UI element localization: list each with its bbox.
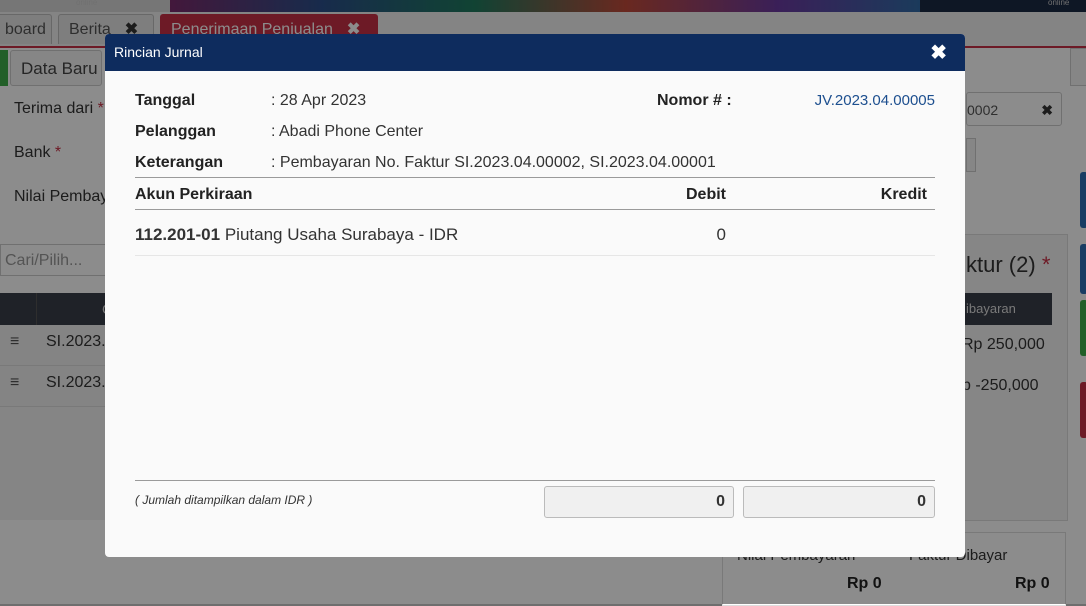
total-debit-field: 0 bbox=[544, 486, 734, 518]
column-header-akun: Akun Perkiraan bbox=[135, 186, 253, 203]
journal-detail-modal: Rincian Jurnal ✖ Tanggal : 28 Apr 2023 N… bbox=[105, 34, 965, 557]
row-divider bbox=[135, 255, 935, 256]
debit-cell: 0 bbox=[716, 225, 726, 244]
tanggal-value: : 28 Apr 2023 bbox=[271, 92, 367, 109]
nomor-label: Nomor # : bbox=[657, 92, 732, 109]
header-bottom-border bbox=[135, 209, 935, 210]
column-header-debit: Debit bbox=[686, 186, 726, 203]
journal-number: JV.2023.04.00005 bbox=[814, 92, 935, 109]
keterangan-value: : Pembayaran No. Faktur SI.2023.04.00002… bbox=[271, 154, 716, 171]
account-cell: 112.201-01 Piutang Usaha Surabaya - IDR bbox=[135, 225, 458, 245]
tanggal-label: Tanggal bbox=[135, 92, 196, 109]
table-top-border bbox=[135, 177, 935, 178]
column-header-kredit: Kredit bbox=[880, 186, 927, 203]
modal-header: Rincian Jurnal ✖ bbox=[105, 34, 965, 71]
keterangan-label: Keterangan bbox=[135, 154, 224, 171]
pelanggan-value: : Abadi Phone Center bbox=[271, 123, 424, 140]
pelanggan-label: Pelanggan bbox=[135, 123, 216, 140]
total-kredit-field: 0 bbox=[743, 486, 935, 518]
account-name: Piutang Usaha Surabaya - IDR bbox=[224, 225, 459, 244]
table-bottom-border bbox=[135, 480, 935, 481]
close-icon[interactable]: ✖ bbox=[930, 40, 947, 65]
modal-title: Rincian Jurnal bbox=[114, 44, 203, 60]
account-code: 112.201-01 bbox=[135, 225, 221, 244]
currency-note: ( Jumlah ditampilkan dalam IDR ) bbox=[135, 493, 313, 507]
